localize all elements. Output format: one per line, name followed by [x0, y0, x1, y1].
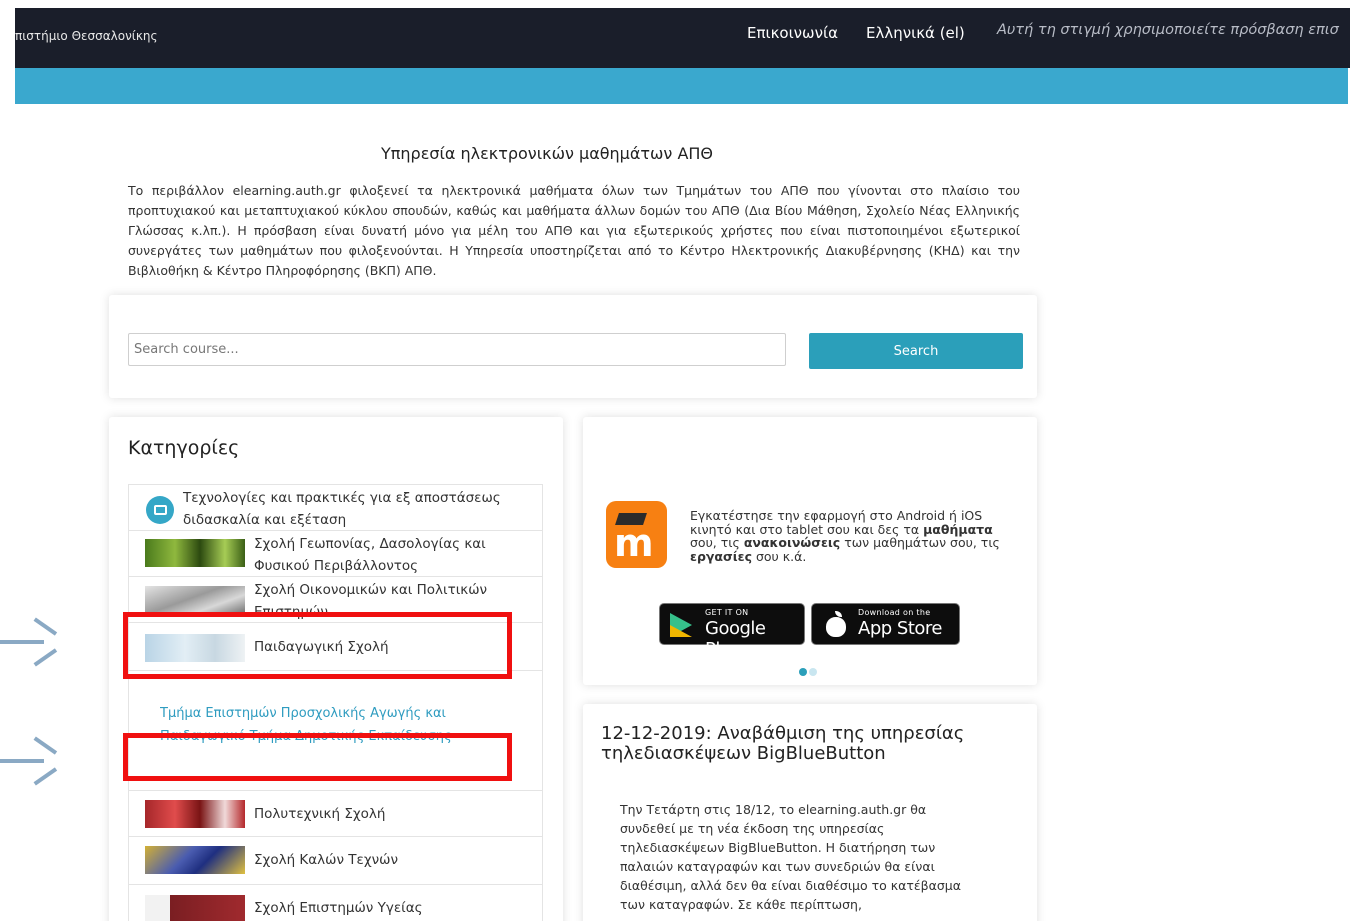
category-fine-arts[interactable]: Σχολή Καλών Τεχνών	[128, 837, 543, 885]
annotation-highlight-box	[123, 733, 512, 781]
category-thumbnail	[145, 586, 245, 614]
mobile-app-card: m Εγκατέστησε την εφαρμογή στο Android ή…	[583, 417, 1037, 685]
annotation-arrow-icon	[0, 617, 58, 667]
category-list: Τεχνολογίες και πρακτικές για εξ αποστάσ…	[128, 484, 543, 921]
google-play-icon-part	[670, 625, 692, 637]
app-store-small-text: Download on the	[858, 608, 931, 617]
category-thumbnail	[145, 846, 245, 874]
moodle-letter-icon: m	[614, 521, 654, 565]
category-distance-learning[interactable]: Τεχνολογίες και πρακτικές για εξ αποστάσ…	[128, 485, 543, 531]
category-engineering[interactable]: Πολυτεχνική Σχολή	[128, 791, 543, 837]
google-play-big-text: Google Play	[705, 618, 766, 660]
category-agriculture[interactable]: Σχολή Γεωπονίας, Δασολογίας και Φυσικού …	[128, 531, 543, 577]
search-course-input[interactable]	[128, 333, 786, 366]
page-title: Υπηρεσία ηλεκτρονικών μαθημάτων ΑΠΘ	[381, 144, 714, 163]
annotation-arrow-icon	[0, 736, 58, 786]
category-label[interactable]: Σχολή Καλών Τεχνών	[254, 849, 398, 871]
category-thumbnail	[145, 539, 245, 567]
news-body: Την Τετάρτη στις 18/12, το elearning.aut…	[620, 802, 961, 912]
news-title[interactable]: 12-12-2019: Αναβάθμιση της υπηρεσίας τηλ…	[601, 724, 1021, 764]
nav-contact-link[interactable]: Επικοινωνία	[747, 24, 838, 42]
category-label[interactable]: Σχολή Επιστημών Υγείας	[254, 897, 423, 919]
search-button[interactable]: Search	[809, 333, 1023, 369]
app-store-big-text: App Store	[858, 618, 942, 639]
search-card: Search	[109, 295, 1037, 398]
category-label[interactable]: Σχολή Γεωπονίας, Δασολογίας και Φυσικού …	[254, 533, 534, 577]
google-play-small-text: GET IT ON	[705, 608, 749, 617]
monitor-icon	[146, 496, 174, 524]
subcategory-preschool-link[interactable]: Τμήμα Επιστημών Προσχολικής Αγωγής και Ε…	[160, 704, 490, 724]
app-store-badge[interactable]: Download on the App Store	[811, 603, 960, 645]
category-thumbnail	[145, 800, 245, 828]
accent-bar	[15, 68, 1348, 104]
apple-icon	[825, 611, 847, 637]
google-play-badge[interactable]: GET IT ON Google Play	[659, 603, 805, 660]
news-card: 12-12-2019: Αναβάθμιση της υπηρεσίας τηλ…	[583, 704, 1037, 921]
categories-title: Κατηγορίες	[128, 437, 240, 459]
category-health-sciences[interactable]: Σχολή Επιστημών Υγείας	[128, 885, 543, 921]
app-promo-text: Εγκατέστησε την εφαρμογή στο Android ή i…	[690, 508, 1000, 564]
intro-text: Το περιβάλλον elearning.auth.gr φιλοξενε…	[128, 183, 1020, 278]
category-label[interactable]: Τεχνολογίες και πρακτικές για εξ αποστάσ…	[183, 487, 523, 531]
language-menu[interactable]: Ελληνικά (el)	[866, 24, 965, 42]
carousel-dots	[799, 661, 819, 680]
site-brand[interactable]: πιστήμιο Θεσσαλονίκης	[15, 29, 158, 43]
moodle-app-logo-icon: m	[606, 501, 667, 568]
carousel-dot-active[interactable]	[799, 668, 807, 676]
category-label[interactable]: Πολυτεχνική Σχολή	[254, 803, 385, 825]
top-navbar: πιστήμιο Θεσσαλονίκης Επικοινωνία Ελληνι…	[15, 8, 1350, 68]
annotation-highlight-box	[123, 612, 512, 679]
category-thumbnail	[145, 895, 245, 921]
access-status-note: Αυτή τη στιγμή χρησιμοποιείτε πρόσβαση ε…	[997, 22, 1339, 38]
carousel-dot[interactable]	[809, 668, 817, 676]
